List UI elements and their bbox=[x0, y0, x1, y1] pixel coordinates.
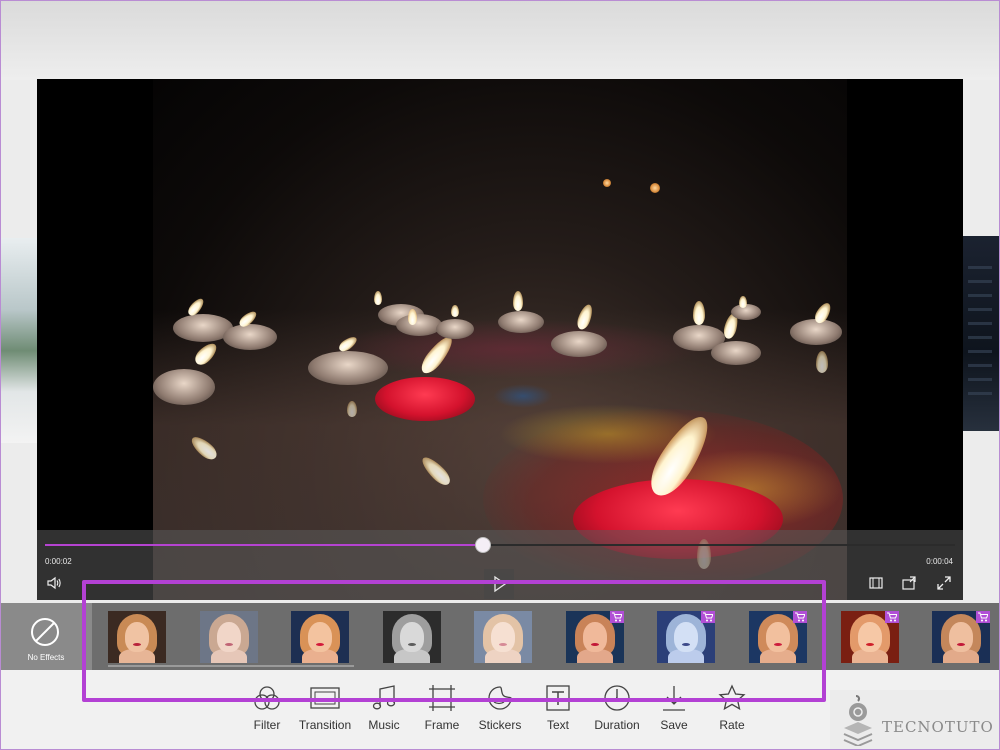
effects-strip: No Effects bbox=[0, 603, 1000, 670]
music-button[interactable]: Music bbox=[362, 684, 406, 740]
no-effects-label: No Effects bbox=[27, 653, 65, 662]
premium-cart-icon bbox=[610, 611, 624, 623]
sticker-icon bbox=[488, 686, 512, 710]
premium-cart-icon bbox=[976, 611, 990, 623]
video-frame bbox=[153, 79, 847, 600]
seek-bar-thumb[interactable] bbox=[474, 537, 491, 553]
transition-icon bbox=[310, 687, 340, 709]
premium-cart-icon bbox=[701, 611, 715, 623]
effect-thumbnail-vivid[interactable] bbox=[291, 611, 349, 663]
play-icon bbox=[494, 575, 507, 593]
text-label: Text bbox=[546, 718, 569, 732]
save-label: Save bbox=[660, 718, 688, 732]
rate-label: Rate bbox=[719, 718, 745, 732]
transition-button[interactable]: Transition bbox=[296, 684, 354, 740]
filter-label: Filter bbox=[253, 718, 281, 732]
video-player[interactable]: 0:00:02 0:00:04 bbox=[37, 79, 963, 600]
effect-thumbnail-washed[interactable] bbox=[474, 611, 532, 663]
total-time: 0:00:04 bbox=[926, 557, 953, 566]
premium-cart-icon bbox=[885, 611, 899, 623]
watermark-logo-icon bbox=[843, 695, 873, 746]
effect-thumbnail-red[interactable] bbox=[841, 611, 899, 663]
watermark: TECNOTUTO bbox=[830, 690, 1000, 750]
effect-thumbnail-deep[interactable] bbox=[932, 611, 990, 663]
frame-icon bbox=[429, 685, 455, 711]
text-icon bbox=[546, 685, 570, 711]
music-note-icon bbox=[372, 685, 396, 710]
selected-effects-indicator bbox=[108, 665, 354, 667]
stickers-label: Stickers bbox=[478, 718, 522, 732]
effect-thumbnail-warm-blue[interactable] bbox=[749, 611, 807, 663]
rotate-icon[interactable] bbox=[901, 575, 917, 591]
music-label: Music bbox=[368, 718, 400, 732]
stickers-button[interactable]: Stickers bbox=[476, 684, 524, 740]
play-button[interactable] bbox=[484, 569, 514, 599]
effect-thumbnail-grayscale[interactable] bbox=[383, 611, 441, 663]
filter-button[interactable]: Filter bbox=[244, 684, 290, 740]
text-button[interactable]: Text bbox=[538, 684, 578, 740]
volume-icon[interactable] bbox=[46, 575, 62, 591]
premium-cart-icon bbox=[793, 611, 807, 623]
duration-button[interactable]: Duration bbox=[590, 684, 644, 740]
frame-label: Frame bbox=[424, 718, 460, 732]
background-top bbox=[0, 0, 1000, 80]
next-slide-preview[interactable] bbox=[962, 236, 1000, 431]
fullscreen-icon[interactable] bbox=[936, 575, 952, 591]
no-effects-button[interactable]: No Effects bbox=[0, 603, 92, 670]
clock-icon bbox=[604, 685, 630, 711]
duration-label: Duration bbox=[594, 718, 640, 732]
frame-button[interactable]: Frame bbox=[420, 684, 464, 740]
seek-bar-progress bbox=[45, 544, 482, 546]
seek-bar[interactable] bbox=[45, 544, 955, 546]
effect-thumbnail-original[interactable] bbox=[108, 611, 166, 663]
aspect-ratio-icon[interactable] bbox=[868, 575, 884, 591]
effect-thumbnail-blue[interactable] bbox=[657, 611, 715, 663]
no-effects-icon bbox=[31, 618, 59, 646]
download-icon bbox=[663, 686, 685, 711]
current-time: 0:00:02 bbox=[45, 557, 72, 566]
watermark-text: TECNOTUTO bbox=[882, 718, 994, 736]
effect-thumbnail-cool[interactable] bbox=[566, 611, 624, 663]
effect-thumbnail-faded[interactable] bbox=[200, 611, 258, 663]
filter-icon bbox=[254, 686, 280, 710]
star-icon bbox=[718, 684, 746, 711]
previous-slide-preview[interactable] bbox=[0, 238, 38, 443]
save-button[interactable]: Save bbox=[656, 684, 692, 740]
rate-button[interactable]: Rate bbox=[714, 684, 750, 740]
transition-label: Transition bbox=[298, 718, 352, 732]
